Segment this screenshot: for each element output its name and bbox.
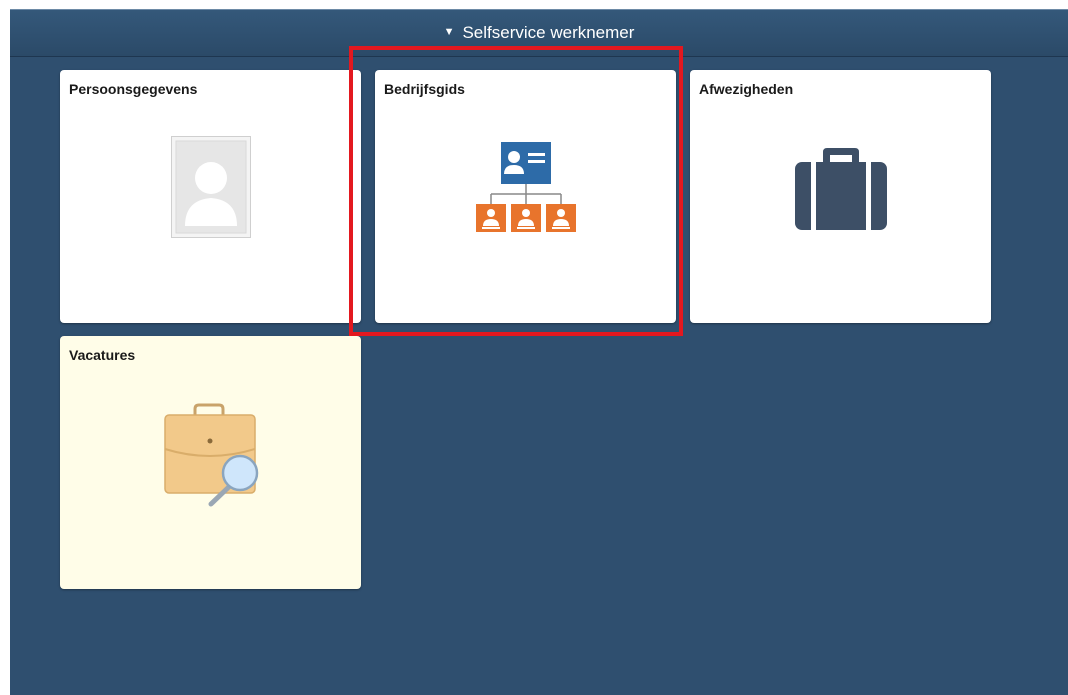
app-container: ▼ Selfservice werknemer Persoonsgegevens… bbox=[10, 9, 1068, 695]
tile-afwezigheden[interactable]: Afwezigheden bbox=[690, 70, 991, 323]
tile-persoonsgegevens[interactable]: Persoonsgegevens bbox=[60, 70, 361, 323]
tile-title: Afwezigheden bbox=[699, 81, 794, 97]
tile-title: Persoonsgegevens bbox=[69, 81, 198, 97]
triangle-down-icon[interactable]: ▼ bbox=[444, 26, 455, 38]
page-header[interactable]: ▼ Selfservice werknemer bbox=[10, 9, 1068, 57]
person-photo-placeholder-icon bbox=[170, 136, 251, 238]
tile-bedrijfsgids[interactable]: Bedrijfsgids bbox=[375, 70, 676, 323]
suitcase-icon bbox=[794, 148, 887, 230]
tile-vacatures[interactable]: Vacatures bbox=[60, 336, 361, 589]
tile-title: Bedrijfsgids bbox=[384, 81, 465, 97]
org-chart-icon bbox=[475, 142, 576, 232]
page-title: Selfservice werknemer bbox=[462, 23, 635, 42]
tile-title: Vacatures bbox=[69, 347, 136, 363]
briefcase-search-icon bbox=[163, 403, 258, 507]
